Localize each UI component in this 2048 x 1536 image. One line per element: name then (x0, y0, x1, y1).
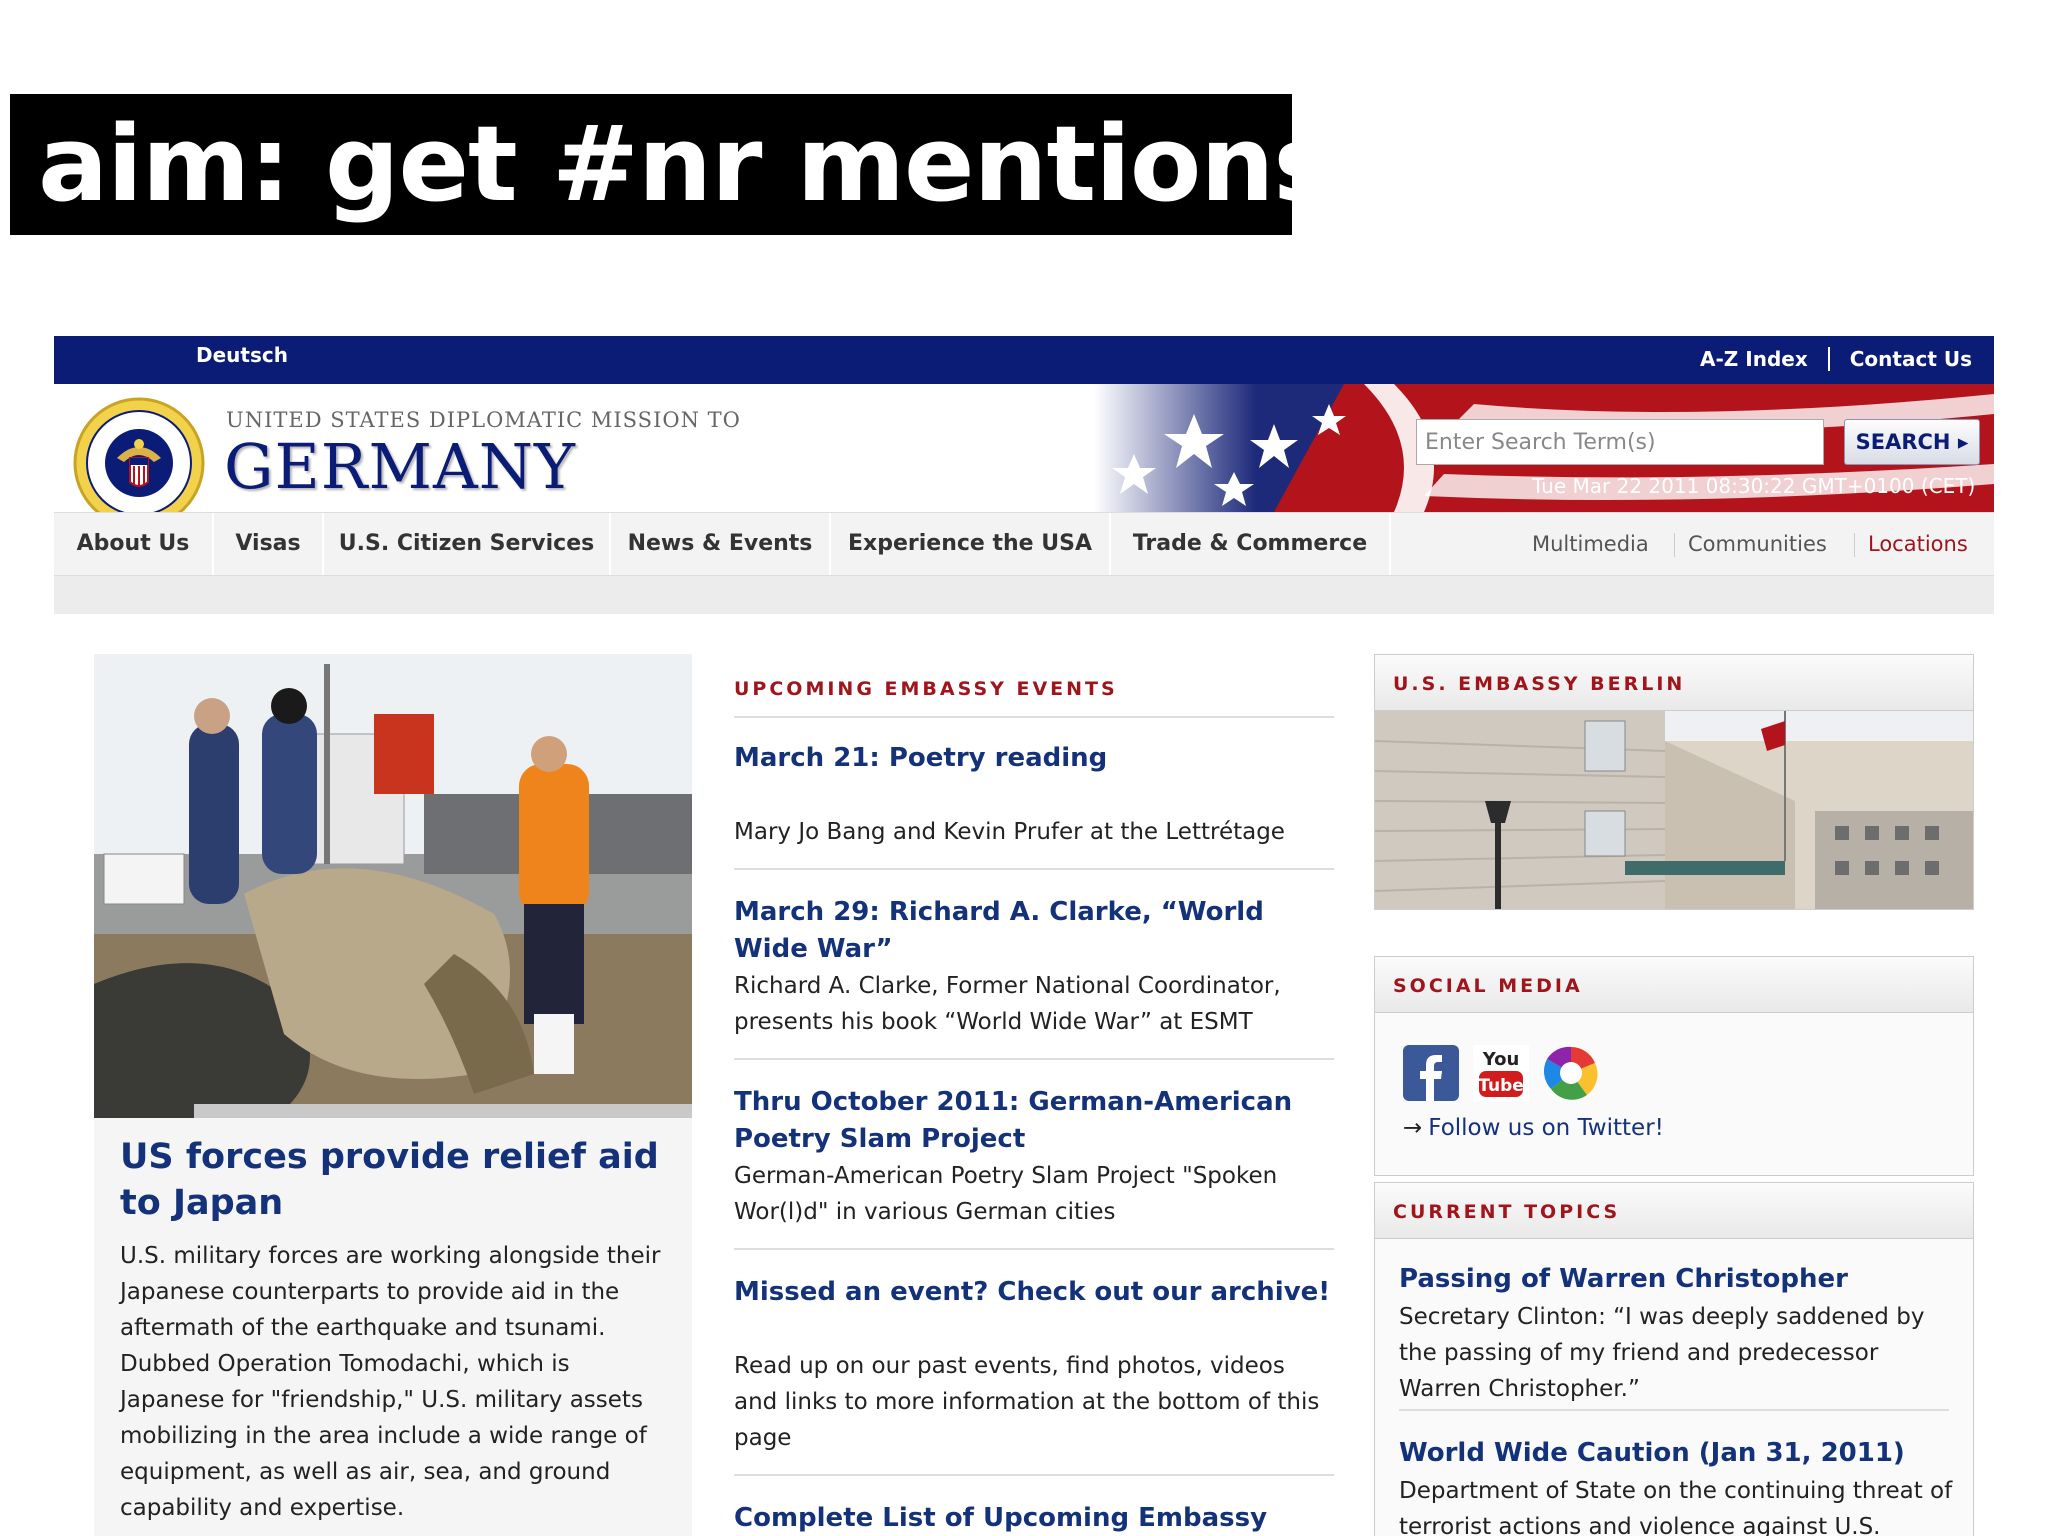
nav-divider (1674, 533, 1675, 557)
youtube-you-text: You (1482, 1049, 1520, 1070)
nav-about-us[interactable]: About Us (54, 513, 214, 575)
topic-description: Department of State on the continuing th… (1399, 1478, 1953, 1536)
utility-bar: Deutsch A-Z Index Contact Us (54, 336, 1994, 384)
topic-title[interactable]: World Wide Caution (Jan 31, 2011) (1399, 1435, 1959, 1472)
twitter-follow-text: Follow us on Twitter! (1428, 1115, 1664, 1141)
event-description: German-American Poetry Slam Project "Spo… (734, 1163, 1278, 1225)
utility-divider (1827, 347, 1830, 371)
arrow-right-icon: → (1403, 1115, 1423, 1141)
sub-navigation-bar (54, 576, 1994, 614)
facebook-icon[interactable] (1403, 1045, 1459, 1101)
main-navigation: About Us Visas U.S. Citizen Services New… (54, 512, 1994, 576)
lead-story-photo[interactable] (94, 654, 692, 1118)
site-title[interactable]: GERMANY (224, 430, 576, 503)
social-icons: You Tube (1403, 1045, 1599, 1101)
search-button-label: SEARCH (1855, 430, 1951, 454)
social-media-heading: SOCIAL MEDIA (1393, 975, 1583, 997)
embassy-seal-icon[interactable] (72, 396, 206, 512)
nav-multimedia[interactable]: Multimedia (1532, 513, 1649, 575)
event-title[interactable]: Thru October 2011: German-American Poetr… (734, 1084, 1334, 1158)
event-title[interactable]: Missed an event? Check out our archive! (734, 1274, 1334, 1311)
divider (734, 1474, 1334, 1476)
nav-visas[interactable]: Visas (214, 513, 324, 575)
box-header: SOCIAL MEDIA (1375, 957, 1973, 1013)
nav-communities[interactable]: Communities (1688, 513, 1827, 575)
current-topics-box: CURRENT TOPICS Passing of Warren Christo… (1374, 1182, 1974, 1536)
embassy-berlin-heading: U.S. EMBASSY BERLIN (1393, 673, 1686, 695)
picasa-icon[interactable] (1543, 1045, 1599, 1101)
divider (1399, 1409, 1949, 1411)
nav-locations[interactable]: Locations (1868, 513, 1968, 575)
youtube-tube-text: Tube (1478, 1076, 1524, 1096)
embassy-website: Deutsch A-Z Index Contact Us UNITED STAT… (54, 336, 1994, 1536)
slide-title: aim: get #nr mentions (10, 94, 1292, 235)
divider (734, 1248, 1334, 1250)
current-topics-heading: CURRENT TOPICS (1393, 1201, 1621, 1223)
lead-story: US forces provide relief aid to Japan U.… (94, 1118, 692, 1536)
nav-experience-usa[interactable]: Experience the USA (831, 513, 1111, 575)
divider (734, 1058, 1334, 1060)
divider (734, 868, 1334, 870)
event-title[interactable]: Complete List of Upcoming Embassy Events… (734, 1500, 1334, 1536)
twitter-follow-link[interactable]: → Follow us on Twitter! (1403, 1115, 1664, 1141)
az-index-link[interactable]: A-Z Index (1700, 347, 1808, 371)
box-header: U.S. EMBASSY BERLIN (1375, 655, 1973, 711)
event-description: Richard A. Clarke, Former National Coord… (734, 973, 1281, 1035)
contact-us-link[interactable]: Contact Us (1850, 347, 1972, 371)
youtube-icon[interactable]: You Tube (1473, 1045, 1529, 1101)
caret-right-icon: ▸ (1957, 430, 1969, 454)
event-title[interactable]: March 29: Richard A. Clarke, “World Wide… (734, 894, 1334, 968)
search-input[interactable] (1416, 419, 1824, 465)
search-button[interactable]: SEARCH ▸ (1844, 419, 1980, 465)
divider (734, 716, 1334, 718)
event-title[interactable]: March 21: Poetry reading (734, 740, 1334, 777)
topic-description: Secretary Clinton: “I was deeply saddene… (1399, 1304, 1925, 1402)
nav-citizen-services[interactable]: U.S. Citizen Services (324, 513, 611, 575)
event-description: Mary Jo Bang and Kevin Prufer at the Let… (734, 819, 1285, 845)
lead-story-title[interactable]: US forces provide relief aid to Japan (120, 1134, 680, 1226)
nav-divider (1854, 533, 1855, 557)
embassy-building-photo[interactable] (1375, 711, 1973, 909)
nav-news-events[interactable]: News & Events (611, 513, 831, 575)
topic-title[interactable]: Passing of Warren Christopher (1399, 1261, 1959, 1298)
utility-links: A-Z Index Contact Us (1700, 347, 1972, 371)
nav-trade-commerce[interactable]: Trade & Commerce (1111, 513, 1391, 575)
box-header: CURRENT TOPICS (1375, 1183, 1973, 1239)
embassy-berlin-box: U.S. EMBASSY BERLIN (1374, 654, 1974, 910)
header-datetime: Tue Mar 22 2011 08:30:22 GMT+0100 (CET) (1532, 474, 1976, 498)
event-description: Read up on our past events, find photos,… (734, 1353, 1320, 1451)
lead-story-body: U.S. military forces are working alongsi… (120, 1243, 661, 1521)
language-link[interactable]: Deutsch (196, 343, 288, 367)
mission-subtitle: UNITED STATES DIPLOMATIC MISSION TO (226, 408, 741, 432)
site-header: UNITED STATES DIPLOMATIC MISSION TO GERM… (54, 384, 1994, 512)
events-heading: UPCOMING EMBASSY EVENTS (734, 678, 1118, 700)
social-media-box: SOCIAL MEDIA You Tube → Follow us on Twi… (1374, 956, 1974, 1176)
